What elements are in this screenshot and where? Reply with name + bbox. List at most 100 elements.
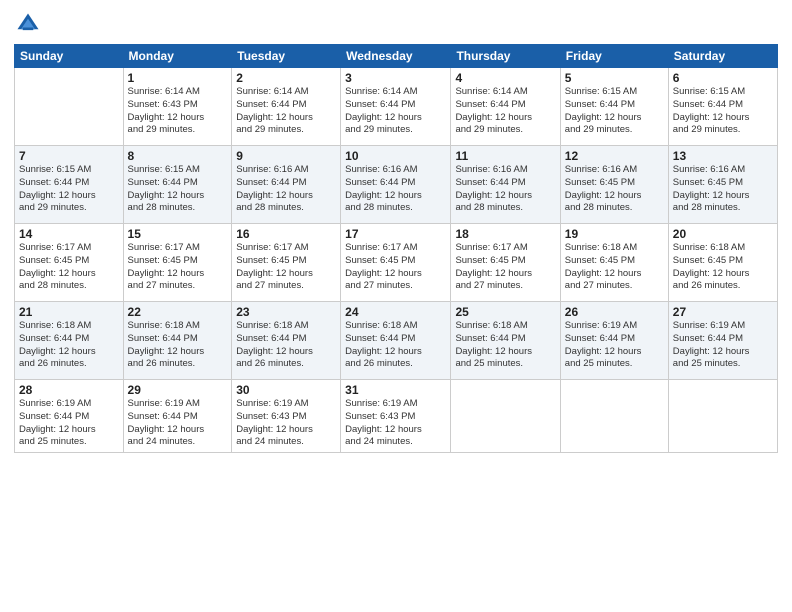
- table-row: 11Sunrise: 6:16 AM Sunset: 6:44 PM Dayli…: [451, 146, 560, 224]
- col-thursday: Thursday: [451, 45, 560, 68]
- day-number: 2: [236, 71, 336, 85]
- table-row: 27Sunrise: 6:19 AM Sunset: 6:44 PM Dayli…: [668, 302, 777, 380]
- calendar-header-row: Sunday Monday Tuesday Wednesday Thursday…: [15, 45, 778, 68]
- day-number: 4: [455, 71, 555, 85]
- table-row: 19Sunrise: 6:18 AM Sunset: 6:45 PM Dayli…: [560, 224, 668, 302]
- day-info: Sunrise: 6:14 AM Sunset: 6:44 PM Dayligh…: [345, 86, 446, 137]
- day-number: 18: [455, 227, 555, 241]
- table-row: 28Sunrise: 6:19 AM Sunset: 6:44 PM Dayli…: [15, 380, 124, 453]
- day-info: Sunrise: 6:16 AM Sunset: 6:45 PM Dayligh…: [673, 164, 773, 215]
- table-row: 9Sunrise: 6:16 AM Sunset: 6:44 PM Daylig…: [232, 146, 341, 224]
- day-info: Sunrise: 6:17 AM Sunset: 6:45 PM Dayligh…: [455, 242, 555, 293]
- table-row: 13Sunrise: 6:16 AM Sunset: 6:45 PM Dayli…: [668, 146, 777, 224]
- day-number: 23: [236, 305, 336, 319]
- day-info: Sunrise: 6:17 AM Sunset: 6:45 PM Dayligh…: [128, 242, 228, 293]
- table-row: 8Sunrise: 6:15 AM Sunset: 6:44 PM Daylig…: [123, 146, 232, 224]
- day-number: 22: [128, 305, 228, 319]
- day-number: 15: [128, 227, 228, 241]
- table-row: 6Sunrise: 6:15 AM Sunset: 6:44 PM Daylig…: [668, 68, 777, 146]
- day-info: Sunrise: 6:17 AM Sunset: 6:45 PM Dayligh…: [19, 242, 119, 293]
- day-info: Sunrise: 6:15 AM Sunset: 6:44 PM Dayligh…: [19, 164, 119, 215]
- day-info: Sunrise: 6:19 AM Sunset: 6:44 PM Dayligh…: [19, 398, 119, 449]
- day-number: 3: [345, 71, 446, 85]
- table-row: 5Sunrise: 6:15 AM Sunset: 6:44 PM Daylig…: [560, 68, 668, 146]
- col-friday: Friday: [560, 45, 668, 68]
- day-number: 25: [455, 305, 555, 319]
- day-info: Sunrise: 6:15 AM Sunset: 6:44 PM Dayligh…: [128, 164, 228, 215]
- table-row: 14Sunrise: 6:17 AM Sunset: 6:45 PM Dayli…: [15, 224, 124, 302]
- table-row: 22Sunrise: 6:18 AM Sunset: 6:44 PM Dayli…: [123, 302, 232, 380]
- table-row: [15, 68, 124, 146]
- day-info: Sunrise: 6:18 AM Sunset: 6:44 PM Dayligh…: [128, 320, 228, 371]
- table-row: 23Sunrise: 6:18 AM Sunset: 6:44 PM Dayli…: [232, 302, 341, 380]
- table-row: 18Sunrise: 6:17 AM Sunset: 6:45 PM Dayli…: [451, 224, 560, 302]
- table-row: 17Sunrise: 6:17 AM Sunset: 6:45 PM Dayli…: [341, 224, 451, 302]
- table-row: 20Sunrise: 6:18 AM Sunset: 6:45 PM Dayli…: [668, 224, 777, 302]
- day-info: Sunrise: 6:17 AM Sunset: 6:45 PM Dayligh…: [345, 242, 446, 293]
- table-row: [560, 380, 668, 453]
- col-tuesday: Tuesday: [232, 45, 341, 68]
- table-row: 24Sunrise: 6:18 AM Sunset: 6:44 PM Dayli…: [341, 302, 451, 380]
- table-row: 21Sunrise: 6:18 AM Sunset: 6:44 PM Dayli…: [15, 302, 124, 380]
- day-number: 13: [673, 149, 773, 163]
- day-number: 7: [19, 149, 119, 163]
- day-number: 11: [455, 149, 555, 163]
- day-info: Sunrise: 6:18 AM Sunset: 6:44 PM Dayligh…: [19, 320, 119, 371]
- table-row: 1Sunrise: 6:14 AM Sunset: 6:43 PM Daylig…: [123, 68, 232, 146]
- day-info: Sunrise: 6:19 AM Sunset: 6:44 PM Dayligh…: [565, 320, 664, 371]
- day-number: 6: [673, 71, 773, 85]
- day-info: Sunrise: 6:18 AM Sunset: 6:45 PM Dayligh…: [673, 242, 773, 293]
- day-info: Sunrise: 6:18 AM Sunset: 6:45 PM Dayligh…: [565, 242, 664, 293]
- day-number: 8: [128, 149, 228, 163]
- day-info: Sunrise: 6:18 AM Sunset: 6:44 PM Dayligh…: [236, 320, 336, 371]
- col-monday: Monday: [123, 45, 232, 68]
- table-row: 26Sunrise: 6:19 AM Sunset: 6:44 PM Dayli…: [560, 302, 668, 380]
- day-info: Sunrise: 6:16 AM Sunset: 6:45 PM Dayligh…: [565, 164, 664, 215]
- table-row: 7Sunrise: 6:15 AM Sunset: 6:44 PM Daylig…: [15, 146, 124, 224]
- day-number: 1: [128, 71, 228, 85]
- table-row: 4Sunrise: 6:14 AM Sunset: 6:44 PM Daylig…: [451, 68, 560, 146]
- day-number: 31: [345, 383, 446, 397]
- day-number: 30: [236, 383, 336, 397]
- day-number: 17: [345, 227, 446, 241]
- table-row: 30Sunrise: 6:19 AM Sunset: 6:43 PM Dayli…: [232, 380, 341, 453]
- day-number: 19: [565, 227, 664, 241]
- table-row: [668, 380, 777, 453]
- table-row: 3Sunrise: 6:14 AM Sunset: 6:44 PM Daylig…: [341, 68, 451, 146]
- table-row: 12Sunrise: 6:16 AM Sunset: 6:45 PM Dayli…: [560, 146, 668, 224]
- table-row: 15Sunrise: 6:17 AM Sunset: 6:45 PM Dayli…: [123, 224, 232, 302]
- day-info: Sunrise: 6:14 AM Sunset: 6:44 PM Dayligh…: [236, 86, 336, 137]
- table-row: 2Sunrise: 6:14 AM Sunset: 6:44 PM Daylig…: [232, 68, 341, 146]
- day-info: Sunrise: 6:14 AM Sunset: 6:43 PM Dayligh…: [128, 86, 228, 137]
- day-info: Sunrise: 6:17 AM Sunset: 6:45 PM Dayligh…: [236, 242, 336, 293]
- col-wednesday: Wednesday: [341, 45, 451, 68]
- day-number: 20: [673, 227, 773, 241]
- day-number: 14: [19, 227, 119, 241]
- table-row: [451, 380, 560, 453]
- table-row: 25Sunrise: 6:18 AM Sunset: 6:44 PM Dayli…: [451, 302, 560, 380]
- table-row: 10Sunrise: 6:16 AM Sunset: 6:44 PM Dayli…: [341, 146, 451, 224]
- day-number: 9: [236, 149, 336, 163]
- day-info: Sunrise: 6:16 AM Sunset: 6:44 PM Dayligh…: [455, 164, 555, 215]
- day-info: Sunrise: 6:15 AM Sunset: 6:44 PM Dayligh…: [673, 86, 773, 137]
- day-info: Sunrise: 6:19 AM Sunset: 6:44 PM Dayligh…: [673, 320, 773, 371]
- day-number: 5: [565, 71, 664, 85]
- calendar: Sunday Monday Tuesday Wednesday Thursday…: [14, 44, 778, 453]
- day-number: 21: [19, 305, 119, 319]
- col-sunday: Sunday: [15, 45, 124, 68]
- day-info: Sunrise: 6:18 AM Sunset: 6:44 PM Dayligh…: [455, 320, 555, 371]
- day-info: Sunrise: 6:19 AM Sunset: 6:43 PM Dayligh…: [345, 398, 446, 449]
- page: Sunday Monday Tuesday Wednesday Thursday…: [0, 0, 792, 612]
- day-number: 12: [565, 149, 664, 163]
- day-number: 27: [673, 305, 773, 319]
- day-number: 24: [345, 305, 446, 319]
- table-row: 29Sunrise: 6:19 AM Sunset: 6:44 PM Dayli…: [123, 380, 232, 453]
- header: [14, 10, 778, 38]
- day-info: Sunrise: 6:16 AM Sunset: 6:44 PM Dayligh…: [236, 164, 336, 215]
- logo-icon: [14, 10, 42, 38]
- day-number: 16: [236, 227, 336, 241]
- day-info: Sunrise: 6:19 AM Sunset: 6:44 PM Dayligh…: [128, 398, 228, 449]
- day-info: Sunrise: 6:19 AM Sunset: 6:43 PM Dayligh…: [236, 398, 336, 449]
- day-number: 28: [19, 383, 119, 397]
- table-row: 16Sunrise: 6:17 AM Sunset: 6:45 PM Dayli…: [232, 224, 341, 302]
